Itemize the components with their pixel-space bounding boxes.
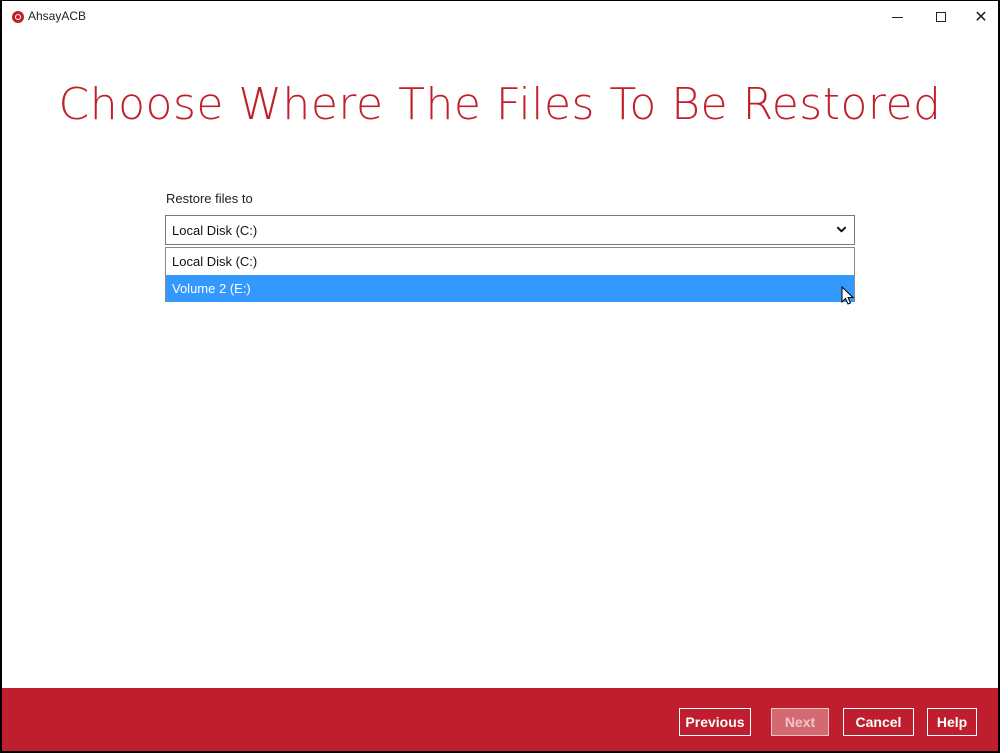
minimize-icon <box>891 16 903 18</box>
dropdown-option-volume-2-e[interactable]: Volume 2 (E:) <box>166 275 854 302</box>
mouse-cursor-icon <box>841 286 855 305</box>
close-button[interactable]: ✕ <box>963 5 999 29</box>
selected-value: Local Disk (C:) <box>172 223 258 238</box>
next-button[interactable]: Next <box>771 708 829 736</box>
cancel-button[interactable]: Cancel <box>843 708 914 736</box>
footer-bar: Previous Next Cancel Help <box>2 688 998 751</box>
app-window: AhsayACB ✕ Choose Where The Files To Be … <box>0 0 1000 753</box>
page-title: Choose Where The Files To Be Restored <box>58 79 942 130</box>
close-icon: ✕ <box>974 7 988 26</box>
ahsay-logo-icon <box>12 11 24 23</box>
maximize-button[interactable] <box>923 5 959 29</box>
window-title: AhsayACB <box>28 9 87 23</box>
dropdown-option-local-disk-c[interactable]: Local Disk (C:) <box>166 248 854 275</box>
restore-to-label: Restore files to <box>166 191 253 206</box>
previous-button[interactable]: Previous <box>679 708 751 736</box>
title-bar: AhsayACB ✕ <box>2 1 998 33</box>
restore-location-select[interactable]: Local Disk (C:) <box>165 215 855 245</box>
dropdown-list: Local Disk (C:) Volume 2 (E:) <box>165 247 855 302</box>
minimize-button[interactable] <box>879 5 915 29</box>
help-button[interactable]: Help <box>927 708 977 736</box>
maximize-icon <box>936 12 946 22</box>
chevron-down-icon <box>837 226 846 233</box>
